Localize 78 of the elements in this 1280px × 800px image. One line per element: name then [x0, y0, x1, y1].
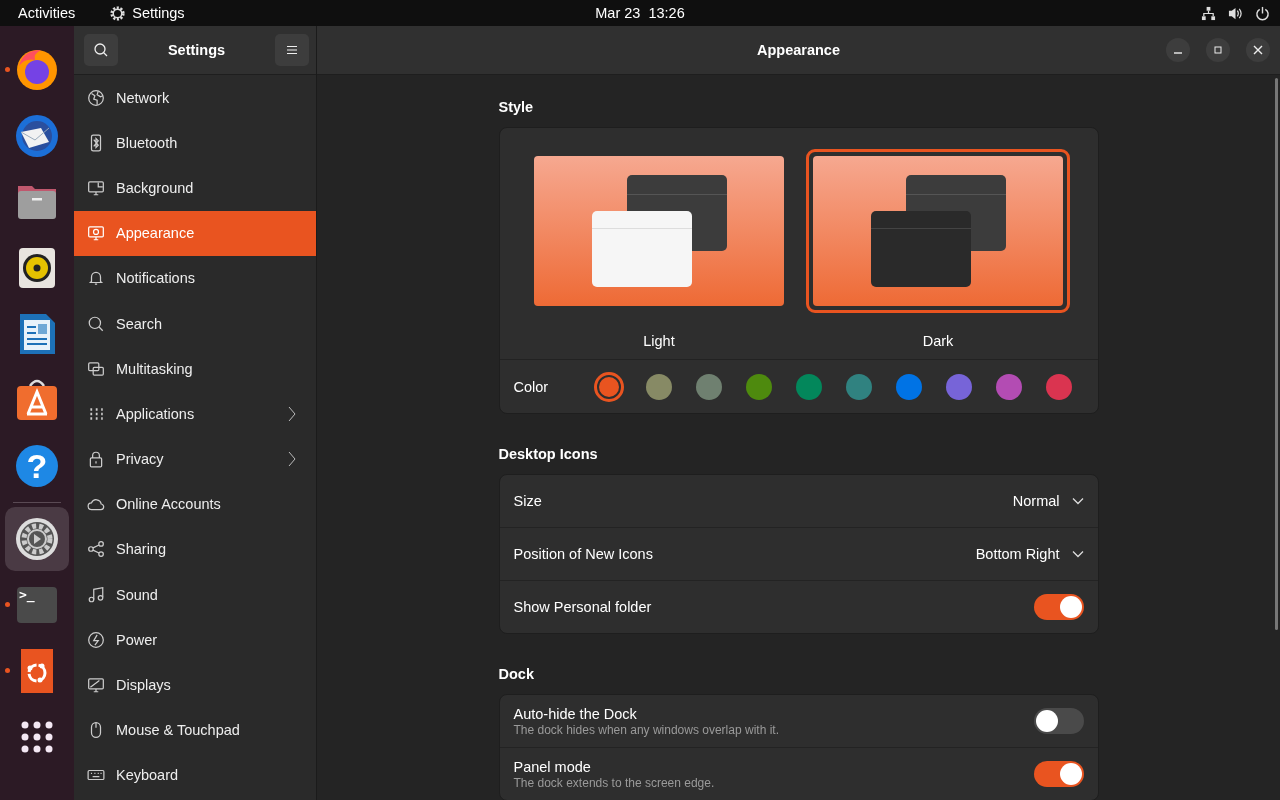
- section-heading: Style: [498, 99, 535, 115]
- icon-label: ?: [26, 446, 48, 486]
- clock[interactable]: Mar 23 13:26: [595, 5, 685, 21]
- appearance-icon: [87, 224, 105, 243]
- minimize-button[interactable]: [1166, 38, 1190, 62]
- icon-label: >_: [19, 587, 35, 602]
- minimize-icon: [1173, 52, 1183, 54]
- sidebar-item[interactable]: Network: [74, 75, 316, 121]
- dropdown[interactable]: Bottom Right: [975, 546, 1084, 562]
- dock-item[interactable]: >_: [5, 573, 69, 637]
- volume-icon[interactable]: [1228, 5, 1243, 21]
- monitor-icon: [87, 178, 105, 197]
- style-label: Light: [643, 333, 675, 349]
- sidebar-item[interactable]: Mouse & Touchpad: [74, 707, 316, 753]
- sidebar-item[interactable]: Applications: [74, 391, 316, 437]
- toggle-switch[interactable]: [1033, 594, 1084, 620]
- search-button[interactable]: [84, 34, 118, 66]
- maximize-icon: [1213, 45, 1223, 55]
- activities-button[interactable]: Activities: [18, 5, 76, 21]
- music-note-icon: [87, 585, 105, 604]
- dock-item[interactable]: [5, 507, 69, 571]
- setting-label: Panel mode: [513, 758, 592, 775]
- sidebar-item[interactable]: Sharing: [74, 526, 316, 573]
- menu-icon: [286, 44, 298, 56]
- help-icon: [13, 442, 61, 490]
- globe-icon: [87, 88, 105, 107]
- chevron-down-icon: [1071, 497, 1084, 505]
- dock-item[interactable]: ?: [5, 434, 69, 498]
- power-icon[interactable]: [1255, 5, 1270, 21]
- chevron-down-icon: [1071, 550, 1084, 558]
- style-label: Dark: [922, 333, 954, 349]
- sidebar-item[interactable]: Keyboard: [74, 752, 316, 798]
- network-icon[interactable]: [1201, 5, 1216, 21]
- toggle-switch[interactable]: [1033, 761, 1084, 787]
- setting-label: Show Personal folder: [513, 599, 652, 615]
- window-title: Appearance: [757, 42, 840, 58]
- sidebar-item[interactable]: Sound: [74, 572, 316, 618]
- sidebar-item[interactable]: Online Accounts: [74, 481, 316, 527]
- setting-description: The dock extends to the screen edge.: [513, 775, 715, 790]
- section-heading: Dock: [498, 666, 535, 682]
- sidebar-item[interactable]: Displays: [74, 662, 316, 708]
- setting-label: Position of New Icons: [513, 546, 653, 562]
- maximize-button[interactable]: [1206, 38, 1230, 62]
- sidebar-item[interactable]: Search: [74, 300, 316, 347]
- settings-icon: [13, 515, 61, 563]
- search-icon: [87, 314, 105, 333]
- section-heading: Desktop Icons: [498, 446, 599, 462]
- gear-icon: [109, 4, 127, 22]
- chevron-right-icon: [288, 405, 296, 422]
- windows-icon: [87, 359, 105, 378]
- sidebar-item[interactable]: Privacy: [74, 436, 316, 482]
- dropdown[interactable]: Normal: [1012, 493, 1084, 509]
- power-icon: [87, 630, 105, 649]
- sidebar-item[interactable]: Notifications: [74, 255, 316, 301]
- chevron-right-icon: [288, 451, 296, 468]
- app-menu[interactable]: Settings: [132, 5, 185, 21]
- sidebar-title: Settings: [167, 42, 226, 58]
- setting-label: Auto-hide the Dock: [513, 705, 638, 722]
- sidebar-item[interactable]: Multitasking: [74, 346, 316, 392]
- sidebar-item[interactable]: Appearance: [74, 210, 316, 256]
- dark-style-preview[interactable]: [806, 149, 1070, 313]
- display-icon: [87, 676, 105, 695]
- close-icon: [1253, 45, 1263, 55]
- setting-description: The dock hides when any windows overlap with it.: [513, 722, 779, 737]
- mail-icon: [13, 112, 61, 160]
- share-icon: [87, 540, 105, 559]
- sidebar-item[interactable]: Bluetooth: [74, 120, 316, 166]
- setting-label: Size: [513, 493, 542, 509]
- lock-icon: [87, 450, 105, 469]
- sidebar-item[interactable]: Power: [74, 617, 316, 663]
- menu-button[interactable]: [275, 34, 309, 66]
- search-icon: [93, 42, 109, 58]
- bell-icon: [87, 269, 105, 288]
- sidebar-item[interactable]: Background: [74, 165, 316, 211]
- scrollbar[interactable]: [1275, 78, 1278, 630]
- close-button[interactable]: [1246, 38, 1270, 62]
- setting-label: Color: [513, 378, 550, 395]
- toggle-switch[interactable]: [1033, 708, 1084, 734]
